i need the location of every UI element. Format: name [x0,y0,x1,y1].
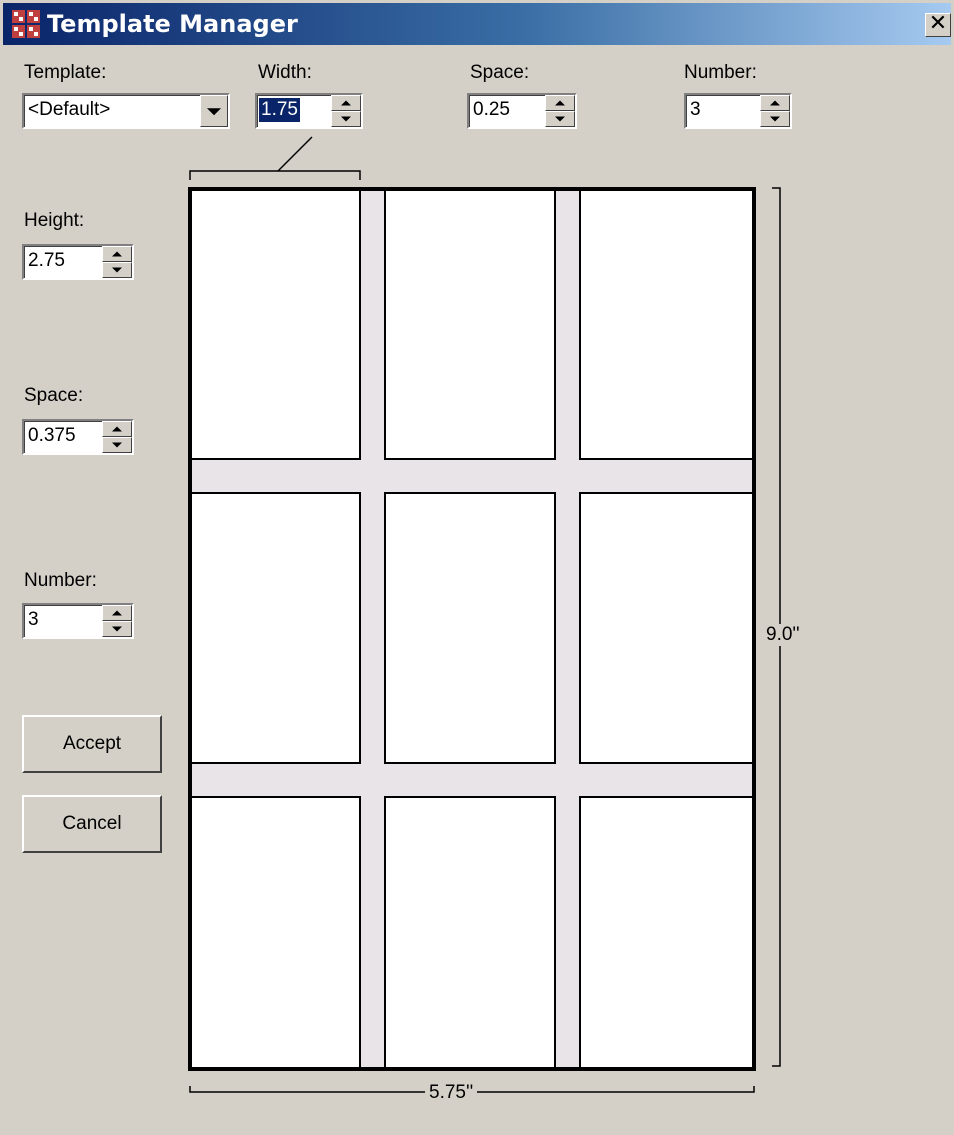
total-width-label: 5.75'' [425,1082,478,1104]
label-cell [189,492,361,764]
label-cell [189,188,361,460]
label-cell [384,188,556,460]
template-manager-window: Template Manager ✕ Template: Width: Spac… [0,0,954,1135]
label-cell [579,796,755,1070]
template-preview [188,136,781,1093]
label-cell [579,492,755,764]
label-cells [189,188,755,1070]
label-cell [189,796,361,1070]
label-cell [384,492,556,764]
label-cell [384,796,556,1070]
label-cell [579,188,755,460]
total-height-label: 9.0'' [762,624,804,646]
